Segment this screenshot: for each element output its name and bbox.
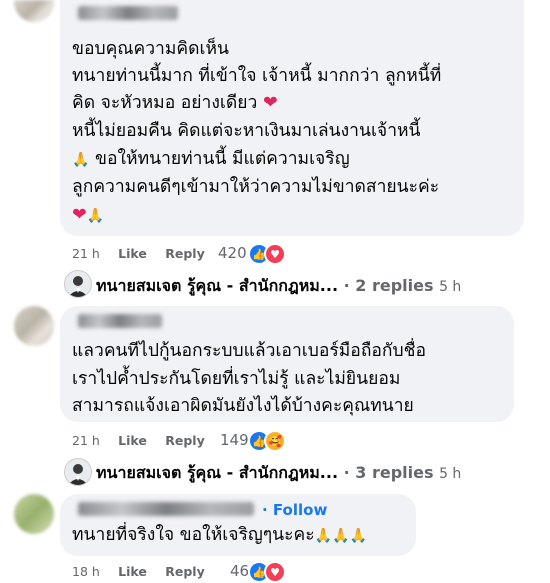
like-button[interactable]: Like [118, 246, 147, 261]
like-button[interactable]: Like [118, 433, 147, 448]
view-replies[interactable]: ทนายสมเจต รู้คุณ - สำนักกฎหม... · 2 repl… [96, 274, 461, 299]
commenter-name[interactable] [78, 6, 178, 20]
commenter-avatar[interactable] [14, 0, 54, 22]
reply-button[interactable]: Reply [165, 433, 204, 448]
reaction-count[interactable]: 46 [230, 562, 249, 580]
red-heart-emoji: ❤ [72, 205, 87, 225]
reply-button[interactable]: Reply [165, 246, 204, 261]
comment-meta: 21 h Like Reply [72, 433, 219, 448]
comment-line: แลวคนทีไปกู้นอกระบบแล้วเอาเบอร์มือถือกับ… [72, 341, 427, 361]
view-replies[interactable]: ทนายสมเจต รู้คุณ - สำนักกฎหม... · 3 repl… [96, 461, 461, 486]
red-heart-emoji: ❤ [262, 93, 278, 113]
love-icon[interactable]: ♥ [264, 243, 286, 265]
reply-time: 5 h [439, 279, 462, 295]
comment-meta: 21 h Like Reply [72, 246, 219, 261]
comment-meta: 18 h Like Reply [72, 564, 219, 579]
comment-line: หนี้ไม่ยอมคืน คิดแต่จะหาเงินมาเล่นงานเจ้… [72, 121, 421, 141]
commenter-avatar[interactable] [14, 306, 54, 346]
folded-hands-emoji: 🙏🙏🙏 [314, 528, 367, 544]
reply-time: 5 h [439, 466, 462, 482]
commenter-name[interactable] [78, 502, 254, 516]
person-icon [68, 276, 88, 297]
comment-line: เราไปค้ำประกันโดยที่เราไม่รู้ และไม่ยินย… [72, 369, 401, 389]
love-icon[interactable]: ♥ [264, 561, 286, 583]
comment-time[interactable]: 21 h [72, 246, 100, 261]
separator-dot: · [343, 276, 350, 295]
comment-line: ลูกความคนดีๆเข้ามาให้ว่าความไม่ขาดสายนะค… [72, 177, 440, 197]
comment-line: 🙏 ขอให้ทนายท่านนี้ มีแต่ความเจริญ [72, 146, 350, 174]
follow-button[interactable]: · Follow [262, 501, 327, 519]
lawyer-avatar[interactable] [64, 270, 92, 298]
comment-emojis: ❤🙏 [72, 202, 104, 230]
folded-hands-emoji: 🙏 [86, 208, 105, 224]
comment-line: สามารถแจ้งเอาผิดมันยังไงได้บ้างคะคุณทนาย [72, 396, 414, 416]
replier-name[interactable]: ทนายสมเจต รู้คุณ - สำนักกฎหม... [96, 463, 338, 482]
commenter-avatar[interactable] [14, 494, 54, 534]
reply-count[interactable]: 3 replies [355, 463, 433, 482]
comment-time[interactable]: 18 h [72, 564, 100, 579]
reaction-count[interactable]: 149 [220, 431, 249, 449]
care-icon[interactable]: 🥰 [264, 430, 286, 452]
lawyer-avatar[interactable] [64, 458, 92, 486]
commenter-name[interactable] [78, 314, 162, 328]
reply-button[interactable]: Reply [165, 564, 204, 579]
separator-dot: · [343, 463, 350, 482]
replier-name[interactable]: ทนายสมเจต รู้คุณ - สำนักกฎหม... [96, 276, 338, 295]
reply-count[interactable]: 2 replies [355, 276, 433, 295]
folded-hands-emoji: 🙏 [72, 152, 90, 168]
person-icon [68, 464, 88, 485]
dot-separator: · [262, 501, 273, 519]
comment-time[interactable]: 21 h [72, 433, 100, 448]
comment-line: ทนายท่านนี้มาก ที่เข้าใจ เจ้าหนี้ มากกว่… [72, 66, 442, 86]
comment-line: ทนายที่จริงใจ ขอให้เจริญๆนะคะ🙏🙏🙏 [72, 522, 367, 550]
comment-line: คิด จะหัวหมอ อย่างเดียว ❤ [72, 90, 278, 117]
reaction-count[interactable]: 420 [218, 244, 247, 262]
like-button[interactable]: Like [118, 564, 147, 579]
comment-line: ขอบคุณความคิดเห็น [72, 39, 229, 59]
